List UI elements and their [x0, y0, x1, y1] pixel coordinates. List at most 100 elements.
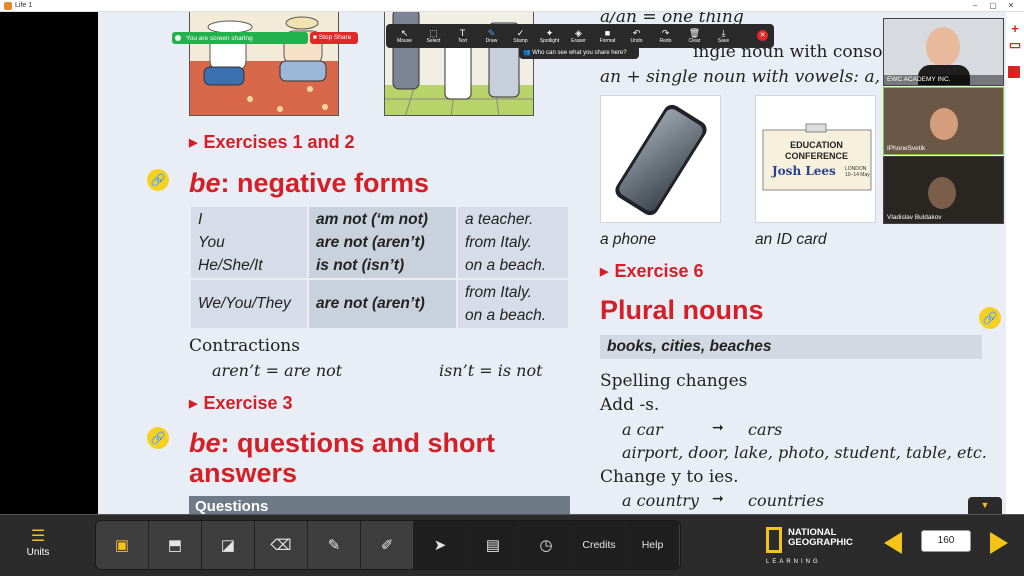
draw-tool-button[interactable]: ✎ Draw: [477, 24, 506, 48]
change-y-rule: Change y to ies.: [600, 467, 739, 487]
participant-face: [930, 108, 958, 140]
menu-grid-icon: ☰: [30, 528, 46, 545]
id-card-event: EDUCATION CONFERENCE: [784, 140, 848, 161]
questions-heading-line2: answers: [189, 458, 298, 488]
national-geographic-logo: NATIONAL GEOGRAPHIC LEARNING: [766, 527, 853, 565]
pen-tool-button[interactable]: ✎: [308, 521, 361, 569]
complement-cell: a teacher. from Italy. on a beach.: [458, 207, 568, 278]
arrow-icon: ➞: [712, 420, 724, 436]
contraction-aren't: aren’t = are not: [212, 361, 343, 380]
participant-name: IPhoneSvetik: [887, 145, 926, 152]
maximize-icon[interactable]: ▢: [986, 0, 1000, 12]
display-icon[interactable]: ▭: [1008, 38, 1022, 52]
previous-page-button[interactable]: [884, 532, 902, 554]
close-window-icon[interactable]: ✕: [1004, 0, 1018, 12]
example-countries: countries: [748, 491, 825, 510]
app-icon: [4, 1, 12, 10]
window-titlebar: Life 1 – ▢ ✕: [0, 0, 1024, 12]
contraction-isn't: isn’t = is not: [439, 361, 543, 380]
participant-face: [928, 177, 956, 209]
eraser-tool-button[interactable]: ◈ Eraser: [564, 24, 593, 48]
arrow-icon: ➞: [712, 491, 724, 507]
verb-cell: am not (‘m not) are not (aren’t) is not …: [309, 207, 456, 278]
clear-tool-button[interactable]: 🗑 Clear: [680, 24, 709, 48]
annotation-toolbar: ↖ Mouse ⬚ Select T Text ✎ Draw ✓ Stamp ✦ Spotl…: [386, 24, 774, 48]
close-toolbar-button[interactable]: ✕: [757, 30, 768, 41]
redo-icon: ↷: [661, 28, 670, 38]
caption-id-card: an ID card: [755, 231, 827, 248]
notes-tool-button[interactable]: ▣: [96, 521, 149, 569]
participant-video[interactable]: IPhoneSvetik: [883, 87, 1004, 155]
subject-cell: We/You/They: [191, 280, 307, 328]
red-note-icon[interactable]: [1008, 66, 1020, 78]
people-icon: 👥: [523, 50, 531, 56]
presentation-icon: ⬒: [167, 537, 183, 554]
select-icon: ⬚: [429, 28, 438, 38]
exercise-3-link[interactable]: ▶ Exercise 3: [189, 393, 293, 414]
eraser-tool-button[interactable]: ⌫: [255, 521, 308, 569]
screen-tool-button[interactable]: ⬒: [149, 521, 202, 569]
subject-cell: I You He/She/It: [191, 207, 307, 278]
book-tool-button[interactable]: ▤: [467, 521, 520, 569]
page-number-input[interactable]: 160: [921, 530, 971, 552]
participant-name: Vladislav Buldakov: [887, 214, 942, 221]
clear-icon: 🗑: [688, 28, 701, 38]
example-a-car: a car: [622, 420, 663, 439]
panels-icon: ◪: [220, 537, 236, 554]
questions-heading: be: questions and short: [189, 428, 496, 458]
mouse-tool-button[interactable]: ↖ Mouse: [390, 24, 419, 48]
timer-tool-button[interactable]: ◷: [520, 521, 573, 569]
eraser-icon: ⌫: [270, 537, 292, 554]
complement-cell: from Italy. on a beach.: [458, 280, 568, 328]
pointer-tool-button[interactable]: ➤: [414, 521, 467, 569]
spotlight-tool-button[interactable]: ✦ Spotlight: [535, 24, 564, 48]
link-icon[interactable]: 🔗: [147, 427, 169, 449]
screen: Life 1 – ▢ ✕ + ▭ ▶ Exercises 1 and 2 🔗 b…: [0, 0, 1024, 576]
exercises-1-2-link[interactable]: ▶ Exercises 1 and 2: [189, 132, 355, 153]
exercise-6-link[interactable]: ▶ Exercise 6: [600, 261, 704, 282]
minimize-icon[interactable]: –: [968, 0, 982, 12]
participant-video[interactable]: Vladislav Buldakov: [883, 156, 1004, 224]
undo-icon: ↶: [632, 28, 641, 38]
stop-share-button[interactable]: ■ Stop Share: [310, 32, 358, 44]
scroll-down-button[interactable]: ▼: [968, 497, 1002, 514]
link-icon[interactable]: 🔗: [147, 169, 169, 191]
participant-face: [926, 27, 960, 67]
save-icon: ⤓: [721, 28, 726, 38]
panels-tool-button[interactable]: ◪: [202, 521, 255, 569]
highlighter-icon: ✐: [380, 537, 394, 554]
questions-table-header: Questions: [189, 496, 570, 514]
link-icon[interactable]: 🔗: [979, 307, 1001, 329]
select-tool-button[interactable]: ⬚ Select: [419, 24, 448, 48]
participant-name: EWC ACADEMY INC.: [887, 76, 951, 83]
right-tool-strip: + ▭: [1006, 12, 1024, 514]
plus-icon[interactable]: +: [1008, 22, 1022, 36]
who-can-see-link[interactable]: 👥 Who can see what you share here?: [519, 48, 639, 59]
stamp-tool-button[interactable]: ✓ Stamp: [506, 24, 535, 48]
phone-image: [615, 104, 707, 216]
units-button[interactable]: ☰ Units: [8, 527, 68, 573]
id-card-name: Josh Lees: [772, 164, 836, 178]
add-s-rule: Add -s.: [600, 395, 660, 415]
spotlight-icon: ✦: [545, 28, 554, 38]
reader-tools: ▣ ⬒ ◪ ⌫ ✎ ✐ ➤ ▤ ◷ Credits Help: [95, 520, 681, 570]
sharing-dot-icon: [175, 35, 181, 41]
credits-button[interactable]: Credits: [573, 521, 626, 569]
undo-tool-button[interactable]: ↶ Undo: [622, 24, 651, 48]
highlighter-tool-button[interactable]: ✐: [361, 521, 414, 569]
next-page-button[interactable]: [990, 532, 1008, 554]
pointer-icon: ➤: [433, 537, 447, 554]
redo-tool-button[interactable]: ↷ Redo: [651, 24, 680, 48]
book-page: ▶ Exercises 1 and 2 🔗 be: negative forms …: [98, 12, 1006, 514]
participant-video[interactable]: EWC ACADEMY INC.: [883, 18, 1004, 86]
help-button[interactable]: Help: [626, 521, 679, 569]
draw-icon: ✎: [487, 28, 496, 38]
text-tool-button[interactable]: T Text: [448, 24, 477, 48]
contractions-label: Contractions: [189, 336, 300, 356]
save-tool-button[interactable]: ⤓ Save: [709, 24, 738, 48]
format-tool-button[interactable]: ■ Format: [593, 24, 622, 48]
cursor-icon: ↖: [400, 28, 409, 38]
left-margin: [0, 12, 98, 514]
negative-forms-table: I You He/She/It am not (‘m not) are not …: [189, 205, 570, 330]
table-row: I You He/She/It am not (‘m not) are not …: [191, 207, 568, 278]
